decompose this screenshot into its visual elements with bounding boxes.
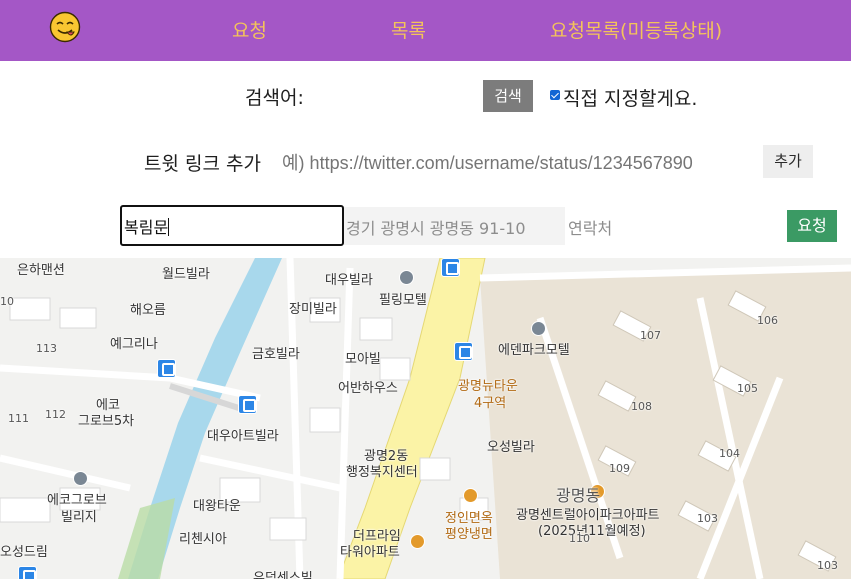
bus-stop-icon[interactable]: [157, 359, 176, 378]
map-label: 대우빌라: [325, 273, 373, 288]
building-number: 109: [609, 462, 630, 475]
smiling-face-with-tongue-icon[interactable]: [49, 11, 81, 43]
phone-input[interactable]: 연락처: [566, 207, 766, 245]
building-number: 111: [8, 412, 29, 425]
building-number: 105: [737, 382, 758, 395]
tweet-link-input[interactable]: [282, 149, 752, 177]
apartment-icon[interactable]: [73, 471, 88, 486]
nav-link-list[interactable]: 목록: [391, 16, 426, 43]
building-number: 112: [45, 408, 66, 421]
building-number: 103: [697, 512, 718, 525]
map-label: 평양냉면: [445, 527, 493, 542]
map-view[interactable]: 은하맨션 월드빌라 대우빌라 필링모텔 해오름 장미빌라 예그리나 금호빌라 모…: [0, 258, 851, 579]
building-number: 10: [0, 295, 14, 308]
bus-stop-icon[interactable]: [441, 258, 460, 277]
map-label: 타워아파트: [340, 545, 400, 560]
nav-link-pending-requests[interactable]: 요청목록(미등록상태): [550, 16, 722, 43]
map-label: 예그리나: [110, 337, 158, 352]
map-label: 에덴파크모텔: [498, 343, 570, 358]
hotel-icon[interactable]: [531, 321, 546, 336]
bus-stop-icon[interactable]: [18, 566, 37, 579]
apartment-icon[interactable]: [410, 534, 425, 549]
map-label: 대왕타운: [193, 499, 241, 514]
add-tweet-button[interactable]: 추가: [763, 145, 813, 178]
tweet-link-label: 트윗 링크 추가: [144, 153, 261, 175]
map-label: 월드빌라: [162, 267, 210, 282]
map-label: 오성드림: [0, 545, 48, 560]
map-label: 빌리지: [61, 510, 97, 525]
map-label: 필링모텔: [379, 293, 427, 308]
text-caret: [168, 218, 170, 236]
map-label: 은하맨션: [17, 263, 65, 278]
map-label: 광명동: [556, 486, 601, 505]
building-number: 106: [757, 314, 778, 327]
map-label: 행정복지센터: [346, 465, 418, 480]
direct-assign-checkbox[interactable]: [550, 90, 560, 100]
building-number: 113: [36, 342, 57, 355]
map-label: 유덕센스빌: [253, 571, 313, 579]
hotel-icon[interactable]: [399, 270, 414, 285]
map-label: 4구역: [474, 396, 507, 411]
map-label: 대우아트빌라: [207, 429, 279, 444]
map-label: 오성빌라: [487, 440, 535, 455]
map-label: 그로브5차: [78, 414, 135, 429]
bus-stop-icon[interactable]: [454, 342, 473, 361]
bus-stop-icon[interactable]: [238, 395, 257, 414]
map-label: 어반하우스: [338, 381, 398, 396]
map-label: 장미빌라: [289, 302, 337, 317]
building-number: 104: [719, 447, 740, 460]
name-input-value: 복림문: [124, 218, 169, 237]
search-label: 검색어:: [245, 87, 304, 109]
address-input[interactable]: 경기 광명시 광명동 91-10: [344, 207, 565, 245]
building-number: 107: [640, 329, 661, 342]
name-input[interactable]: 복림문: [120, 205, 344, 246]
map-label: 리첸시아: [179, 532, 227, 547]
map-label: 금호빌라: [252, 347, 300, 362]
search-button[interactable]: 검색: [483, 80, 533, 112]
direct-assign-label[interactable]: 직접 지정할게요.: [563, 84, 697, 111]
building-number: 110: [569, 532, 590, 545]
nav-link-request[interactable]: 요청: [232, 16, 267, 43]
map-label: 모아빌: [345, 352, 381, 367]
restaurant-icon[interactable]: [463, 488, 478, 503]
top-nav: 요청 목록 요청목록(미등록상태): [0, 0, 851, 61]
building-number: 103: [817, 559, 838, 572]
map-label: 해오름: [130, 303, 166, 318]
map-label: (2025년11월예정): [538, 524, 646, 539]
building-number: 108: [631, 400, 652, 413]
request-button[interactable]: 요청: [787, 210, 837, 242]
